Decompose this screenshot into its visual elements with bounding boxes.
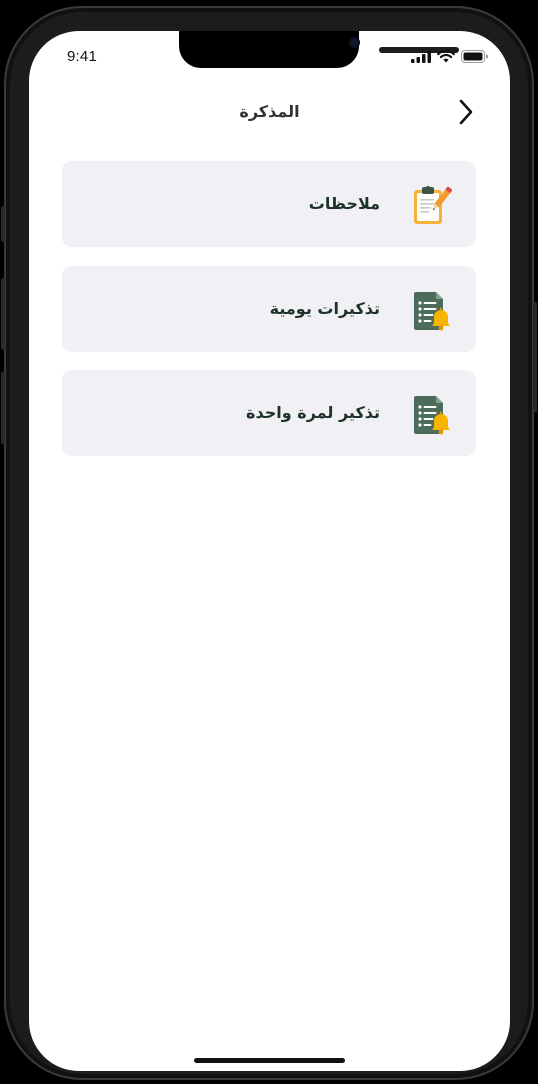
volume-up-button [1, 278, 5, 350]
checklist-bell-icon [414, 292, 450, 331]
camera-icon [349, 37, 360, 48]
status-icons [411, 50, 488, 63]
home-indicator[interactable] [194, 1058, 345, 1063]
cellular-signal-icon [411, 50, 431, 63]
battery-icon [461, 50, 488, 63]
mute-switch [1, 206, 5, 242]
menu-item-daily-reminders[interactable]: تذكيرات يومية [62, 266, 476, 352]
checklist-bell-icon [414, 396, 450, 435]
page-title: المذكرة [239, 102, 300, 121]
menu-item-notes[interactable]: ملاحظات [62, 161, 476, 247]
volume-down-button [1, 372, 5, 444]
menu-item-label: تذكير لمرة واحدة [246, 403, 380, 422]
menu-item-label: تذكيرات يومية [269, 299, 380, 318]
menu-item-one-time-reminder[interactable]: تذكير لمرة واحدة [62, 370, 476, 456]
notes-clipboard-icon [414, 186, 452, 224]
status-time: 9:41 [67, 48, 97, 65]
wifi-icon [437, 50, 455, 63]
power-button [533, 302, 537, 412]
chevron-right-icon [459, 99, 473, 125]
back-button[interactable] [454, 97, 478, 127]
notch [179, 31, 459, 68]
app-screen: 9:41 المذكرة ملاحظات تذكيرات يومية تذكير… [29, 31, 510, 1071]
menu-item-label: ملاحظات [308, 194, 380, 213]
